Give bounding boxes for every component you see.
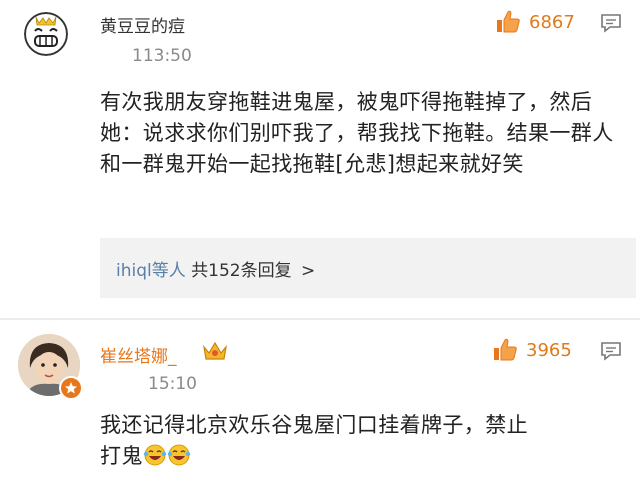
like-count: 6867 [529,11,575,33]
reply-summary[interactable]: ihiql等人 共152条回复 > [100,238,636,298]
thumbs-up-icon [494,338,517,361]
comment-text-container: 我还记得北京欢乐谷鬼屋门口挂着牌子，禁止打鬼 [100,410,540,475]
laughing-tears-emoji [167,444,191,475]
crown-badge-icon [202,340,228,366]
username[interactable]: 黄豆豆的痘 [100,12,185,37]
like-button[interactable]: 6867 [495,9,575,35]
star-icon [65,382,77,394]
laughing-tears-emoji [143,444,167,475]
comment-button[interactable] [600,341,622,365]
comment-bubble-icon [601,342,621,361]
timestamp: 113:50 [132,46,192,66]
like-count: 3965 [526,339,572,361]
timestamp: 15:10 [148,374,197,394]
comment-button[interactable] [600,13,622,37]
thumbs-up-icon [497,10,520,33]
chevron-right-icon: > [301,261,316,281]
comment-item: 崔丝塔娜_ 15:10 3965 我还记得北京欢乐谷鬼屋门口挂着牌子，禁止打鬼 [0,322,640,491]
comment-text: 有次我朋友穿拖鞋进鬼屋，被鬼吓得拖鞋掉了，然后她：说求求你们别吓我了，帮我找下拖… [100,90,614,176]
vip-badge [59,376,83,400]
reply-link[interactable]: ihiql等人 共152条回复 > [116,256,315,281]
reply-users: ihiql等人 [116,261,186,281]
divider [0,318,640,320]
avatar[interactable] [24,12,68,56]
username[interactable]: 崔丝塔娜_ [100,342,177,367]
comment-bubble-icon [601,14,621,33]
smiley-avatar-icon [24,12,68,56]
like-button[interactable]: 3965 [492,337,572,363]
reply-count: 共152条回复 [191,261,292,281]
comment-item: 黄豆豆的痘 113:50 6867 有次我朋友穿拖鞋进鬼屋，被鬼吓得拖鞋掉了，然… [0,0,640,320]
